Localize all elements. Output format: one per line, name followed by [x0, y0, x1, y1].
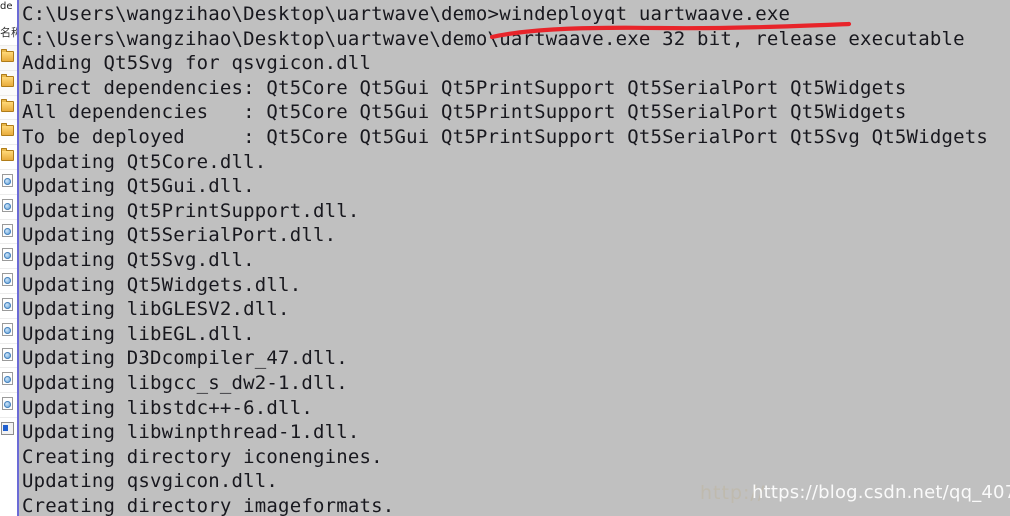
explorer-row[interactable]	[0, 119, 17, 144]
console-line: Direct dependencies: Qt5Core Qt5Gui Qt5P…	[22, 76, 907, 99]
row-separator	[0, 144, 17, 146]
folder-icon	[1, 123, 15, 138]
row-separator	[0, 69, 17, 71]
explorer-row[interactable]	[0, 243, 17, 268]
explorer-row[interactable]	[0, 292, 17, 318]
explorer-row[interactable]	[0, 416, 17, 442]
row-separator	[0, 392, 17, 394]
console-line: Adding Qt5Svg for qsvgicon.dll	[22, 52, 372, 75]
explorer-row[interactable]	[0, 392, 17, 417]
console-line: C:\Users\wangzihao\Desktop\uartwave\demo…	[22, 3, 791, 25]
dll-file-icon	[1, 223, 15, 238]
file-explorer-strip[interactable]: de 名称	[0, 0, 17, 516]
explorer-row[interactable]	[0, 268, 17, 293]
explorer-row[interactable]	[0, 367, 17, 392]
document-icon	[1, 421, 15, 436]
dll-file-icon	[1, 173, 15, 188]
row-separator	[0, 119, 17, 121]
console-line: Creating directory imageformats.	[22, 494, 395, 516]
row-separator	[0, 193, 17, 195]
console-line: Updating Qt5Widgets.dll.	[22, 273, 302, 296]
row-separator	[0, 218, 17, 220]
folder-icon	[1, 148, 15, 163]
row-separator	[0, 317, 17, 319]
explorer-column-header-name[interactable]: 名称	[0, 24, 17, 42]
folder-icon	[1, 73, 15, 89]
explorer-file-list[interactable]	[0, 45, 17, 516]
explorer-row[interactable]	[0, 342, 17, 368]
console-line: Updating Qt5PrintSupport.dll.	[22, 199, 360, 222]
dll-file-icon	[1, 322, 15, 337]
console-line: Updating Qt5Svg.dll.	[22, 248, 255, 271]
row-separator	[0, 45, 17, 46]
dll-file-icon	[1, 396, 15, 411]
console-line: All dependencies : Qt5Core Qt5Gui Qt5Pri…	[22, 101, 907, 124]
row-separator	[0, 268, 17, 270]
explorer-row[interactable]	[0, 94, 17, 120]
console-line: Creating directory iconengines.	[22, 445, 383, 468]
console-line: To be deployed : Qt5Core Qt5Gui Qt5Print…	[22, 125, 989, 148]
dll-file-icon	[1, 272, 15, 287]
dll-file-icon	[1, 297, 15, 312]
explorer-row[interactable]	[0, 144, 17, 169]
console-line: Updating Qt5Gui.dll.	[22, 175, 255, 198]
folder-icon	[1, 49, 15, 64]
explorer-row[interactable]	[0, 45, 17, 70]
screenshot-root: de 名称 C:\Users\wangzihao\Desktop\uartwav…	[0, 0, 1010, 516]
explorer-row[interactable]	[0, 168, 17, 194]
command-prompt-window[interactable]: C:\Users\wangzihao\Desktop\uartwave\demo…	[17, 0, 1010, 516]
console-line: Updating libstdc++-6.dll.	[22, 396, 313, 419]
row-separator	[0, 292, 17, 294]
explorer-row[interactable]	[0, 218, 17, 244]
console-line: Updating D3Dcompiler_47.dll.	[22, 347, 348, 370]
row-separator	[0, 243, 17, 245]
dll-file-icon	[1, 347, 15, 362]
explorer-row[interactable]	[0, 69, 17, 95]
folder-icon	[1, 98, 15, 114]
dll-file-icon	[1, 198, 15, 213]
console-output: C:\Users\wangzihao\Desktop\uartwave\demo…	[22, 2, 1010, 516]
console-line: Updating libwinpthread-1.dll.	[22, 421, 360, 444]
explorer-row[interactable]	[0, 317, 17, 343]
explorer-tab-label: de	[0, 1, 13, 12]
explorer-header: de 名称	[0, 0, 17, 46]
dll-file-icon	[1, 247, 15, 262]
row-separator	[0, 416, 17, 418]
row-separator	[0, 168, 17, 170]
console-line: Updating qsvgicon.dll.	[22, 470, 279, 493]
row-separator	[0, 367, 17, 369]
console-line: Updating libEGL.dll.	[22, 322, 255, 345]
row-separator	[0, 342, 17, 344]
console-line: Updating libgcc_s_dw2-1.dll.	[22, 371, 348, 394]
console-line: C:\Users\wangzihao\Desktop\uartwave\demo…	[22, 27, 965, 50]
row-separator	[0, 94, 17, 96]
console-line: Updating Qt5Core.dll.	[22, 150, 267, 173]
console-line: Updating Qt5SerialPort.dll.	[22, 224, 337, 247]
explorer-row[interactable]	[0, 193, 17, 219]
console-line: Updating libGLESV2.dll.	[22, 298, 290, 321]
dll-file-icon	[1, 371, 15, 386]
